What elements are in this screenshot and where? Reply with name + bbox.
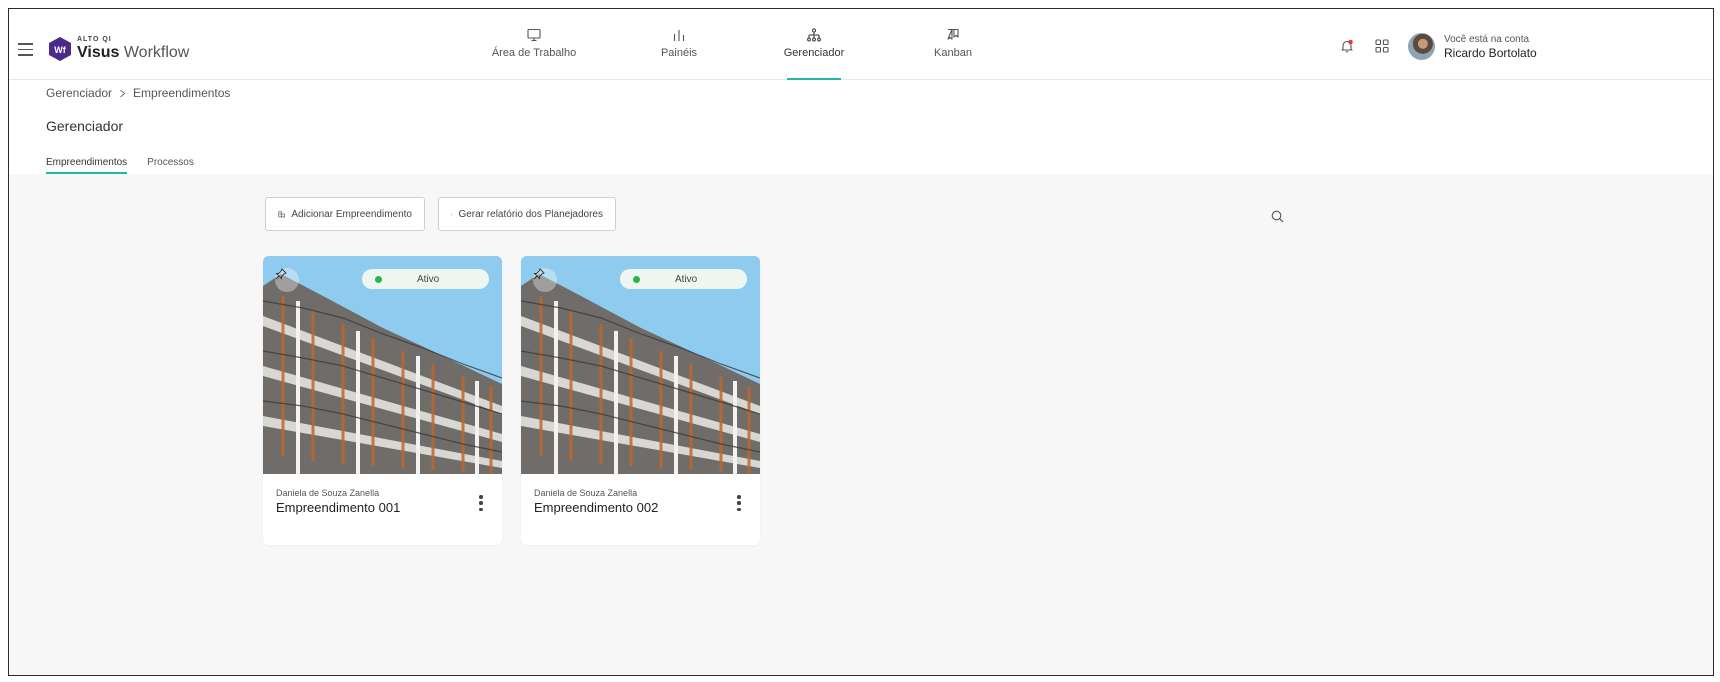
project-card[interactable]: Ativo Daniela de Souza Zanella Empreendi…	[521, 256, 760, 545]
card-title: Empreendimento 002	[534, 500, 659, 515]
add-empreendimento-button[interactable]: Adicionar Empreendimento	[265, 197, 425, 231]
chevron-right-icon	[120, 89, 126, 97]
tab-processos[interactable]: Processos	[147, 157, 194, 174]
nav-item-gerenciador[interactable]: Gerenciador	[784, 9, 844, 80]
clipboard-icon	[451, 213, 453, 215]
notification-bell-icon[interactable]	[1339, 38, 1355, 54]
nav-label: Área de Trabalho	[491, 47, 577, 59]
project-card[interactable]: Ativo Daniela de Souza Zanella Empreendi…	[263, 256, 502, 545]
card-owner: Daniela de Souza Zanella	[276, 488, 380, 498]
breadcrumb-item-gerenciador[interactable]: Gerenciador	[46, 86, 112, 100]
main-content: Adicionar Empreendimento Gerar relatório…	[9, 174, 1713, 675]
card-owner: Daniela de Souza Zanella	[534, 488, 638, 498]
add-empreendimento-label: Adicionar Empreendimento	[291, 208, 412, 220]
more-options-icon[interactable]	[734, 494, 744, 512]
pin-icon[interactable]	[533, 268, 557, 292]
status-dot	[633, 275, 640, 283]
account-info[interactable]: Você está na conta Ricardo Bortolato	[1444, 34, 1537, 60]
status-badge: Ativo	[362, 269, 489, 289]
sitemap-icon	[807, 28, 821, 42]
nav-item-area-de-trabalho[interactable]: Área de Trabalho	[492, 9, 576, 80]
page-title: Gerenciador	[46, 118, 124, 134]
breadcrumb: Gerenciador Empreendimentos	[46, 86, 230, 100]
account-name: Ricardo Bortolato	[1444, 46, 1537, 60]
nav-item-kanban[interactable]: Kanban	[934, 9, 972, 80]
tab-bar: Empreendimentos Processos	[46, 157, 214, 174]
tab-empreendimentos[interactable]: Empreendimentos	[46, 157, 128, 174]
account-subtitle: Você está na conta	[1444, 34, 1530, 45]
nav-label: Painéis	[660, 47, 698, 59]
app-window: Wf ALTO QI Visus Workflow Área de Trabal…	[8, 8, 1714, 676]
more-options-icon[interactable]	[476, 494, 486, 512]
nav-item-paineis[interactable]: Painéis	[659, 9, 699, 80]
active-tab-indicator	[787, 78, 841, 80]
search-icon[interactable]	[1271, 210, 1284, 223]
monitor-icon	[527, 28, 541, 42]
building-icon	[278, 211, 285, 218]
nav-label: Gerenciador	[783, 47, 845, 59]
pin-icon[interactable]	[275, 268, 299, 292]
generate-report-label: Gerar relatório dos Planejadores	[458, 208, 603, 220]
apps-grid-icon[interactable]	[1375, 39, 1389, 53]
status-dot	[375, 275, 382, 283]
bar-chart-icon	[673, 30, 685, 41]
generate-report-button[interactable]: Gerar relatório dos Planejadores	[438, 197, 616, 231]
project-image: Ativo	[521, 256, 760, 474]
status-badge: Ativo	[620, 269, 747, 289]
breadcrumb-item-empreendimentos: Empreendimentos	[133, 86, 231, 100]
project-image: Ativo	[263, 256, 502, 474]
card-title: Empreendimento 001	[276, 500, 401, 515]
kanban-icon	[947, 28, 959, 40]
user-avatar[interactable]	[1408, 33, 1435, 60]
top-header: Wf ALTO QI Visus Workflow Área de Trabal…	[9, 9, 1713, 80]
nav-label: Kanban	[934, 47, 972, 59]
